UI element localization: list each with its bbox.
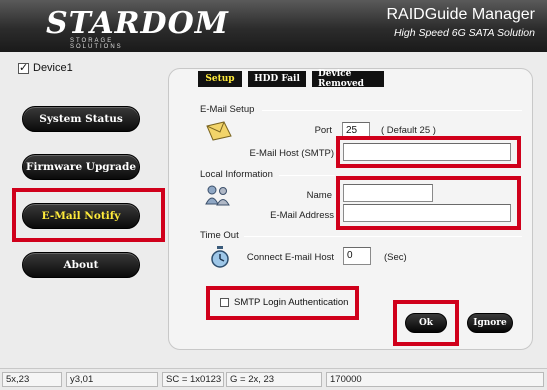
status-cell-value: 170000: [326, 372, 544, 387]
timeout-unit: (Sec): [384, 252, 407, 263]
divider: [279, 175, 335, 176]
highlight-nav-email: [12, 188, 165, 242]
device-label: Device1: [33, 62, 73, 74]
connect-host-label: Connect E-mail Host: [246, 252, 334, 263]
app-header: STARDOM STORAGE SOLUTIONS RAIDGuide Mana…: [0, 0, 547, 52]
section-timeout: Time Out: [200, 230, 239, 241]
brand-tagline: STORAGE SOLUTIONS: [70, 38, 123, 50]
ignore-button[interactable]: Ignore: [467, 313, 513, 333]
divider: [244, 236, 522, 237]
nav-firmware-upgrade[interactable]: Firmware Upgrade: [22, 154, 140, 180]
name-label: Name: [306, 190, 332, 201]
device-checkbox[interactable]: [18, 61, 29, 74]
device-selector[interactable]: Device1: [18, 61, 73, 74]
section-email-setup: E-Mail Setup: [200, 104, 255, 115]
section-local-info: Local Information: [200, 169, 273, 180]
nav-about[interactable]: About: [22, 252, 140, 278]
highlight-local-info: [336, 176, 521, 230]
highlight-smtp-host: [336, 136, 521, 168]
app-title: RAIDGuide Manager: [386, 6, 535, 23]
status-cell-sc: SC = 1x0123: [162, 372, 224, 387]
brand-name: STARDOM: [46, 6, 229, 41]
tab-hdd-fail[interactable]: HDD Fail: [248, 71, 306, 87]
app-subtitle: High Speed 6G SATA Solution: [393, 27, 535, 39]
envelope-icon: [206, 121, 232, 141]
divider: [262, 110, 522, 111]
nav-system-status[interactable]: System Status: [22, 106, 140, 132]
port-default-note: ( Default 25 ): [381, 125, 436, 136]
status-cell-position: 5x,23: [2, 372, 62, 387]
tab-bar: Setup HDD Fail Device Removed: [198, 69, 384, 89]
status-cell-y: y3,01: [66, 372, 158, 387]
email-address-label: E-Mail Address: [270, 210, 334, 221]
connect-timeout-input[interactable]: 0: [343, 247, 371, 265]
tab-device-removed[interactable]: Device Removed: [312, 69, 384, 89]
tab-setup[interactable]: Setup: [198, 71, 242, 87]
smtp-host-label: E-Mail Host (SMTP): [249, 148, 334, 159]
brand-logo: STARDOM STORAGE SOLUTIONS: [14, 4, 228, 50]
port-label: Port: [314, 125, 332, 136]
status-bar: 5x,23 y3,01 SC = 1x0123 G = 2x, 23 17000…: [0, 368, 547, 390]
status-cell-g: G = 2x, 23: [226, 372, 322, 387]
highlight-ok: [393, 300, 459, 346]
people-icon: [205, 185, 230, 206]
highlight-smtp-auth: [206, 286, 359, 320]
timer-icon: [211, 246, 229, 268]
